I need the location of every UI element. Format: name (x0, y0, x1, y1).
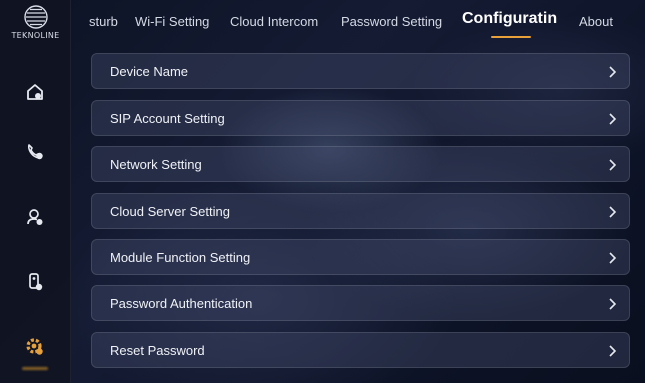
chevron-right-icon (609, 113, 617, 125)
sidebar-item-home[interactable] (18, 75, 52, 109)
menu-item-label: Reset Password (110, 342, 205, 358)
tab-about[interactable]: About (579, 14, 613, 29)
menu-item-password-authentication[interactable]: Password Authentication (91, 285, 630, 321)
sidebar-item-settings[interactable] (18, 330, 52, 364)
home-icon (27, 84, 43, 100)
chevron-right-icon (609, 206, 617, 218)
menu-item-label: Network Setting (110, 156, 202, 172)
menu-item-label: SIP Account Setting (110, 110, 225, 126)
sidebar-item-call[interactable] (18, 135, 52, 169)
tab-do-not-disturb[interactable]: sturb (89, 14, 118, 29)
settings-gear-icon (26, 338, 43, 355)
active-tab-indicator (491, 36, 531, 38)
menu-item-label: Device Name (110, 63, 189, 79)
device-icon (29, 273, 43, 291)
chevron-right-icon (609, 159, 617, 171)
brand-name: TEKNOLINE (11, 31, 60, 40)
menu-item-network-setting[interactable]: Network Setting (91, 146, 630, 182)
tab-wifi-setting[interactable]: Wi-Fi Setting (135, 14, 209, 29)
call-icon (27, 144, 43, 160)
tab-cloud-intercom[interactable]: Cloud Intercom (230, 14, 318, 29)
tab-password-setting[interactable]: Password Setting (341, 14, 442, 29)
menu-item-cloud-server-setting[interactable]: Cloud Server Setting (91, 193, 630, 229)
menu-item-device-name[interactable]: Device Name (91, 53, 630, 89)
sidebar-item-device[interactable] (18, 265, 52, 299)
menu-item-label: Module Function Setting (110, 249, 251, 265)
sidebar: TEKNOLINE (0, 0, 71, 383)
menu-item-label: Cloud Server Setting (110, 203, 230, 219)
menu-item-label: Password Authentication (110, 295, 253, 311)
brand-logo: TEKNOLINE (0, 4, 71, 52)
chevron-right-icon (609, 298, 617, 310)
globe-logo-icon (23, 5, 48, 29)
sidebar-item-users[interactable] (18, 200, 52, 234)
menu-item-module-function-setting[interactable]: Module Function Setting (91, 239, 630, 275)
chevron-right-icon (609, 345, 617, 357)
chevron-right-icon (609, 66, 617, 78)
chevron-right-icon (609, 252, 617, 264)
menu-item-reset-password[interactable]: Reset Password (91, 332, 630, 368)
tab-configuration[interactable]: Configuratin (462, 10, 557, 28)
top-tab-bar: sturb Wi-Fi Setting Cloud Intercom Passw… (71, 0, 645, 44)
user-settings-icon (27, 209, 43, 225)
menu-item-sip-account-setting[interactable]: SIP Account Setting (91, 100, 630, 136)
